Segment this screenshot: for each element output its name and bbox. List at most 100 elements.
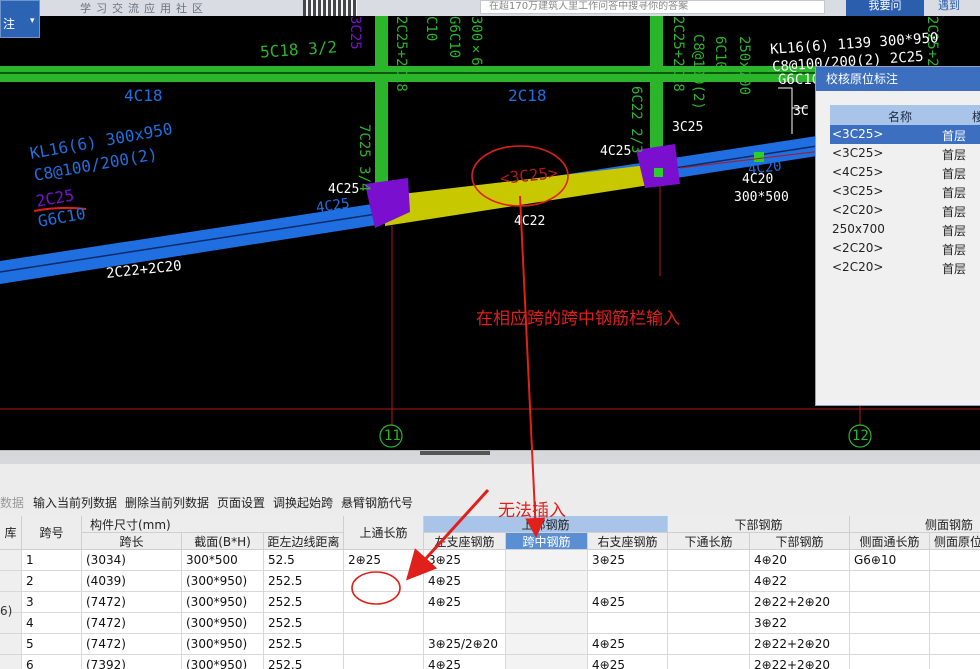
header-section[interactable]: 截面(B*H) — [182, 533, 264, 550]
cell-bottom[interactable]: 2⊕22+2⊕20 — [750, 655, 850, 669]
cell-top-through[interactable]: 2⊕25 — [344, 550, 424, 571]
cell-top-through[interactable] — [344, 655, 424, 669]
header-top-through[interactable]: 上通长筋 — [344, 516, 424, 550]
cell-left[interactable] — [424, 613, 506, 634]
header-bottom-rebar[interactable]: 下部钢筋 — [750, 533, 850, 550]
cell-side-through[interactable] — [850, 571, 930, 592]
cell-top-through[interactable] — [344, 592, 424, 613]
cell-bottom-through[interactable] — [668, 655, 750, 669]
cell-mid[interactable] — [506, 655, 588, 669]
cell-edge[interactable]: 252.5 — [264, 634, 344, 655]
cell-side-orig[interactable] — [930, 592, 980, 613]
cell-span[interactable]: 2 — [22, 571, 82, 592]
cell-side-orig[interactable] — [930, 655, 980, 669]
cell-length[interactable]: (7392) — [82, 655, 182, 669]
cell-mid[interactable] — [506, 613, 588, 634]
cell-right[interactable] — [588, 571, 668, 592]
cell-left[interactable]: 3⊕25/2⊕20 — [424, 634, 506, 655]
cell-mid[interactable] — [506, 634, 588, 655]
cell-left[interactable]: 3⊕25 — [424, 550, 506, 571]
cell-side-orig[interactable] — [930, 634, 980, 655]
page-setup-button[interactable]: 页面设置 — [217, 494, 265, 511]
cell-side-through[interactable] — [850, 655, 930, 669]
cell-left[interactable]: 4⊕25 — [424, 571, 506, 592]
dialog-list-item[interactable]: <3C25> 首层 — [830, 182, 980, 201]
cell-section[interactable]: (300*950) — [182, 634, 264, 655]
cell-right[interactable]: 4⊕25 — [588, 634, 668, 655]
cell-section[interactable]: (300*950) — [182, 571, 264, 592]
cell-bottom-through[interactable] — [668, 550, 750, 571]
cell-span[interactable]: 3 — [22, 592, 82, 613]
panel-splitter[interactable] — [0, 450, 980, 464]
cell-edge[interactable]: 252.5 — [264, 613, 344, 634]
cell-side-through[interactable] — [850, 634, 930, 655]
header-side-original[interactable]: 侧面原位 — [930, 533, 980, 550]
cell-right[interactable]: 4⊕25 — [588, 655, 668, 669]
dialog-list-item[interactable]: <3C25> 首层 — [830, 125, 980, 144]
cell-span[interactable]: 5 — [22, 634, 82, 655]
cell-bottom[interactable]: 4⊕22 — [750, 571, 850, 592]
cell-bottom-through[interactable] — [668, 613, 750, 634]
cell-side-orig[interactable] — [930, 613, 980, 634]
cell-bottom[interactable]: 3⊕22 — [750, 613, 850, 634]
cell-left[interactable]: 4⊕25 — [424, 655, 506, 669]
cell-bottom-through[interactable] — [668, 571, 750, 592]
dialog-list-item[interactable]: <4C25> 首层 — [830, 163, 980, 182]
cell-length[interactable]: (7472) — [82, 592, 182, 613]
table-row[interactable]: 6 (7392) (300*950) 252.5 4⊕25 4⊕25 2⊕22+2⊕20 — [0, 655, 980, 669]
cell-edge[interactable]: 252.5 — [264, 571, 344, 592]
dialog-list-item[interactable]: <2C20> 首层 — [830, 258, 980, 277]
cell-bottom-through[interactable] — [668, 592, 750, 613]
cell-right[interactable]: 4⊕25 — [588, 592, 668, 613]
cell-section[interactable]: (300*950) — [182, 613, 264, 634]
ribbon-button[interactable]: 注 ▾ — [0, 0, 40, 38]
dialog-list-item[interactable]: <2C20> 首层 — [830, 201, 980, 220]
cell-top-through[interactable] — [344, 613, 424, 634]
cell-length[interactable]: (7472) — [82, 613, 182, 634]
cell-length[interactable]: (4039) — [82, 571, 182, 592]
cell-bottom[interactable]: 2⊕22+2⊕20 — [750, 592, 850, 613]
cell-bottom[interactable]: 4⊕20 — [750, 550, 850, 571]
header-left-support[interactable]: 左支座钢筋 — [424, 533, 506, 550]
table-row[interactable]: 1 (3034) 300*500 52.5 2⊕25 3⊕25 3⊕25 4⊕20 G6⊕10 — [0, 550, 980, 571]
ask-button[interactable]: 我要问 — [846, 0, 924, 16]
header-bottom-through[interactable]: 下通长筋 — [668, 533, 750, 550]
table-row[interactable]: 3 (7472) (300*950) 252.5 4⊕25 4⊕25 2⊕22+2⊕20 — [0, 592, 980, 613]
header-link[interactable]: 遇到 — [938, 0, 960, 12]
cell-span[interactable]: 1 — [22, 550, 82, 571]
cell-edge[interactable]: 252.5 — [264, 655, 344, 669]
header-edge-distance[interactable]: 距左边线距离 — [264, 533, 344, 550]
cell-bottom[interactable]: 2⊕22+2⊕20 — [750, 634, 850, 655]
cell-side-through[interactable] — [850, 613, 930, 634]
cell-side-orig[interactable] — [930, 550, 980, 571]
dialog-list-item[interactable]: <3C25> 首层 — [830, 144, 980, 163]
cell-edge[interactable]: 52.5 — [264, 550, 344, 571]
cell-section[interactable]: (300*950) — [182, 655, 264, 669]
cell-mid[interactable] — [506, 571, 588, 592]
cell-section[interactable]: (300*950) — [182, 592, 264, 613]
cell-span[interactable]: 6 — [22, 655, 82, 669]
table-row[interactable]: 4 (7472) (300*950) 252.5 3⊕22 — [0, 613, 980, 634]
dialog-list-item[interactable]: <2C20> 首层 — [830, 239, 980, 258]
cell-top-through[interactable] — [344, 571, 424, 592]
header-right-support[interactable]: 右支座钢筋 — [588, 533, 668, 550]
cell-mid[interactable] — [506, 550, 588, 571]
cell-right[interactable]: 3⊕25 — [588, 550, 668, 571]
header-mid-span[interactable]: 跨中钢筋 — [506, 533, 588, 550]
rebar-table[interactable]: 库 跨号 构件尺寸(mm) 上通长筋 上部钢筋 下部钢筋 侧面钢筋 跨长 截面(… — [0, 516, 980, 669]
cell-length[interactable]: (3034) — [82, 550, 182, 571]
swap-start-span-button[interactable]: 调换起始跨 — [273, 494, 333, 511]
cell-side-orig[interactable] — [930, 571, 980, 592]
delete-column-button[interactable]: 删除当前列数据 — [125, 494, 209, 511]
cantilever-code-button[interactable]: 悬臂钢筋代号 — [341, 494, 413, 511]
header-side-through[interactable]: 侧面通长筋 — [850, 533, 930, 550]
cell-top-through[interactable] — [344, 634, 424, 655]
table-row[interactable]: 5 (7472) (300*950) 252.5 3⊕25/2⊕20 4⊕25 2⊕22+2… — [0, 634, 980, 655]
cell-side-through[interactable]: G6⊕10 — [850, 550, 930, 571]
cell-left[interactable]: 4⊕25 — [424, 592, 506, 613]
cell-bottom-through[interactable] — [668, 634, 750, 655]
check-annotation-dialog[interactable]: 校核原位标注 名称 楼 <3C25> 首层 <3C25> 首层 <4C25> 首层 <… — [815, 66, 980, 406]
table-row[interactable]: 2 (4039) (300*950) 252.5 4⊕25 4⊕22 — [0, 571, 980, 592]
header-span-length[interactable]: 跨长 — [82, 533, 182, 550]
search-input[interactable]: 在超170万建筑人里工作问答中搜寻你的答案 — [480, 0, 825, 14]
